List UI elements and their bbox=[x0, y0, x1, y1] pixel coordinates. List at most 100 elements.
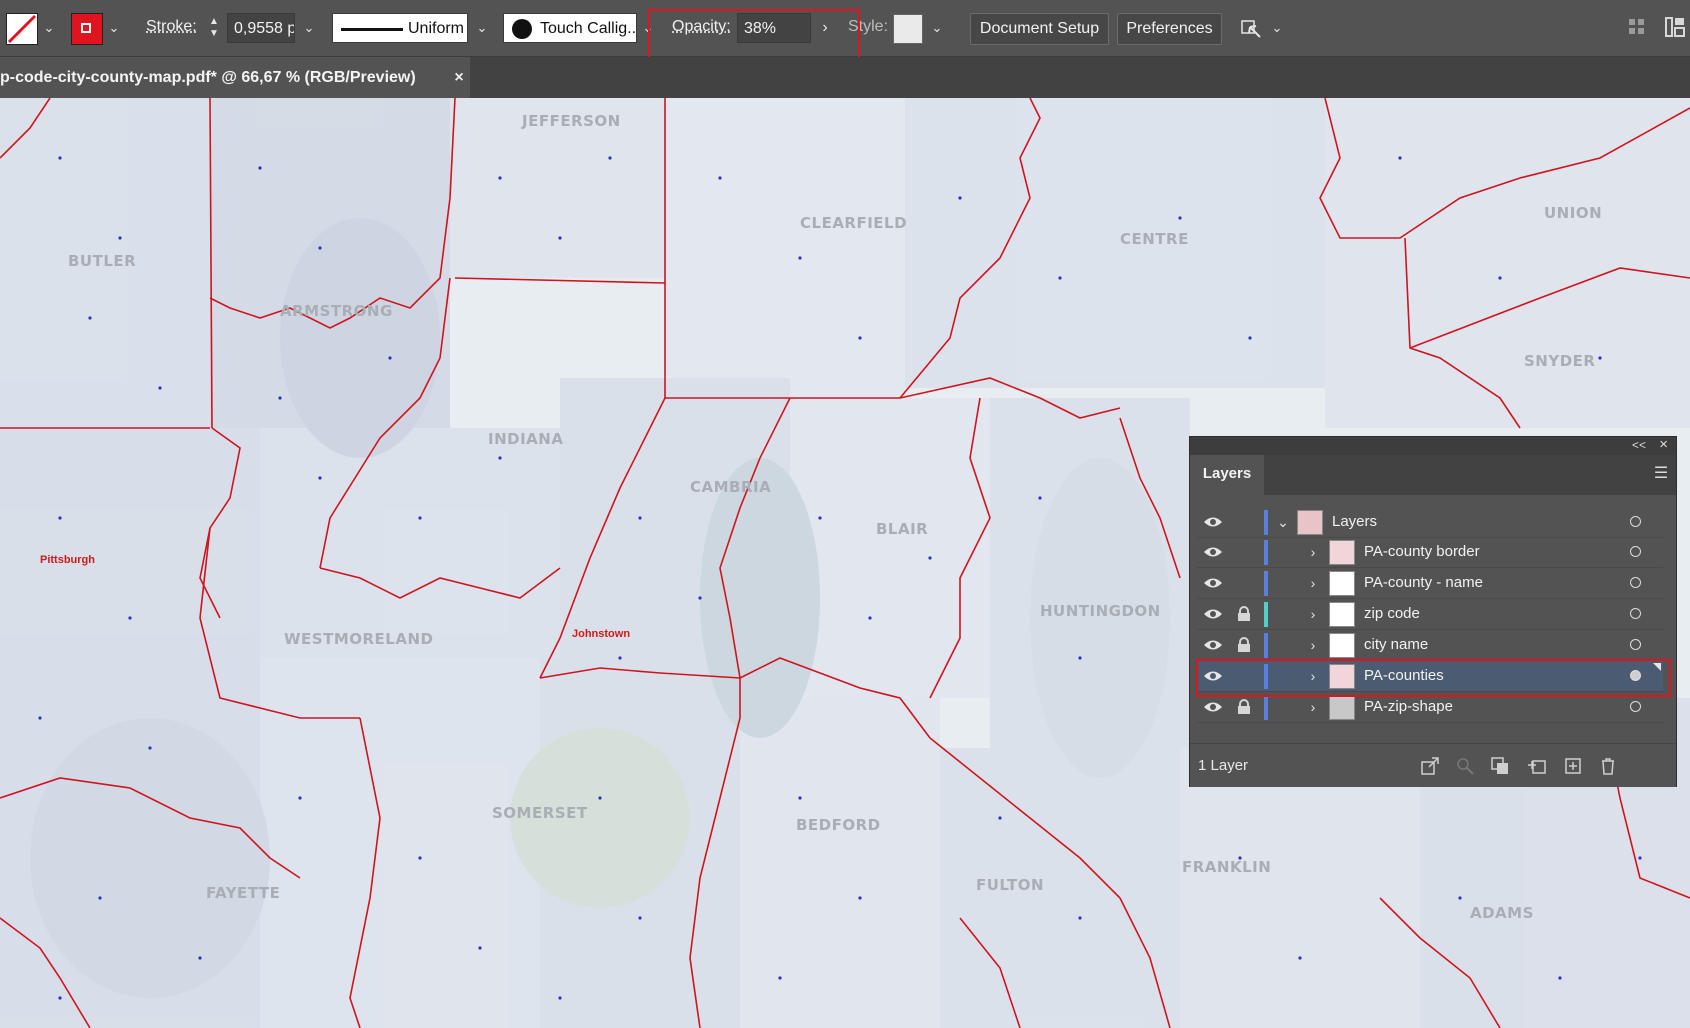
layer-name[interactable]: zip code bbox=[1364, 605, 1420, 622]
layer-color-bar bbox=[1264, 695, 1268, 720]
clipping-mask-icon[interactable] bbox=[1490, 756, 1510, 776]
layer-name[interactable]: PA-county - name bbox=[1364, 574, 1483, 591]
close-icon[interactable]: × bbox=[448, 57, 470, 98]
county-label: FAYETTE bbox=[206, 884, 281, 902]
layer-name[interactable]: Layers bbox=[1332, 513, 1377, 530]
brush-dropdown[interactable]: ⌄ bbox=[637, 13, 659, 43]
chevron-right-icon[interactable]: › bbox=[1305, 541, 1321, 563]
stroke-weight-input[interactable]: 0,9558 pt bbox=[227, 13, 295, 43]
select-similar-icon[interactable] bbox=[1238, 15, 1264, 41]
layer-row-pa-counties[interactable]: › PA-counties bbox=[1197, 661, 1663, 692]
arrange-panels-icon[interactable] bbox=[1664, 16, 1686, 38]
stroke-swatch[interactable] bbox=[71, 13, 103, 45]
chevron-right-icon[interactable]: › bbox=[1305, 572, 1321, 594]
search-icon[interactable] bbox=[1455, 756, 1475, 776]
chevron-right-icon[interactable]: › bbox=[1305, 665, 1321, 687]
county-label: FRANKLIN bbox=[1182, 858, 1272, 876]
preferences-button[interactable]: Preferences bbox=[1117, 13, 1222, 45]
stroke-line-icon bbox=[341, 28, 403, 31]
target-circle-icon[interactable] bbox=[1630, 701, 1641, 712]
chevron-right-icon[interactable]: › bbox=[1305, 603, 1321, 625]
layer-name[interactable]: PA-county border bbox=[1364, 543, 1480, 560]
chevron-down-icon[interactable]: ▼ bbox=[209, 28, 219, 40]
variable-width-profile[interactable]: Uniform bbox=[332, 13, 468, 43]
county-label: HUNTINGDON bbox=[1040, 602, 1161, 620]
visibility-eye-icon[interactable] bbox=[1203, 638, 1223, 652]
visibility-eye-icon[interactable] bbox=[1203, 700, 1223, 714]
lock-icon[interactable] bbox=[1237, 606, 1251, 622]
county-label: ADAMS bbox=[1470, 904, 1534, 922]
new-sublayer-icon[interactable] bbox=[1527, 756, 1547, 776]
chevron-down-icon[interactable]: ⌄ bbox=[1275, 511, 1291, 533]
style-label: Style: bbox=[848, 18, 889, 35]
layer-name[interactable]: city name bbox=[1364, 636, 1428, 653]
stroke-color-dropdown[interactable]: ⌄ bbox=[103, 13, 125, 43]
layer-name[interactable]: PA-zip-shape bbox=[1364, 698, 1453, 715]
brush-label: Touch Callig... bbox=[540, 20, 637, 37]
lock-icon[interactable] bbox=[1237, 637, 1251, 653]
chevron-right-icon[interactable]: › bbox=[1305, 696, 1321, 718]
export-icon[interactable] bbox=[1420, 756, 1440, 776]
panel-menu-icon[interactable]: ☰ bbox=[1652, 465, 1670, 483]
new-layer-icon[interactable] bbox=[1563, 756, 1583, 776]
city-label: Johnstown bbox=[572, 628, 631, 640]
fill-swatch[interactable] bbox=[6, 13, 38, 45]
layer-row-city-name[interactable]: › city name bbox=[1197, 630, 1663, 661]
target-circle-icon[interactable] bbox=[1630, 639, 1641, 650]
visibility-eye-icon[interactable] bbox=[1203, 669, 1223, 683]
target-circle-icon[interactable] bbox=[1630, 577, 1641, 588]
document-tab[interactable]: p-code-city-county-map.pdf* @ 66,67 % (R… bbox=[0, 57, 470, 98]
target-circle-icon[interactable] bbox=[1630, 516, 1641, 527]
selection-corner-icon bbox=[1653, 663, 1661, 671]
target-circle-icon[interactable] bbox=[1630, 546, 1641, 557]
opacity-label[interactable]: Opacity: bbox=[672, 18, 731, 36]
layer-row-zip-shape[interactable]: › PA-zip-shape bbox=[1197, 692, 1663, 723]
chevron-right-icon[interactable]: › bbox=[1305, 634, 1321, 656]
opacity-input[interactable]: 38% bbox=[737, 13, 811, 43]
layer-name[interactable]: PA-counties bbox=[1364, 667, 1444, 684]
visibility-eye-icon[interactable] bbox=[1203, 545, 1223, 559]
county-label: JEFFERSON bbox=[522, 112, 621, 130]
visibility-eye-icon[interactable] bbox=[1203, 607, 1223, 621]
none-fill-icon bbox=[7, 14, 37, 44]
collapse-panel-icon[interactable]: << bbox=[1632, 438, 1646, 452]
county-label: WESTMORELAND bbox=[284, 630, 434, 648]
visibility-eye-icon[interactable] bbox=[1203, 576, 1223, 590]
target-circle-icon[interactable] bbox=[1630, 670, 1641, 681]
layer-row-county-border[interactable]: › PA-county border bbox=[1197, 537, 1663, 568]
layer-thumbnail bbox=[1329, 602, 1355, 627]
grid-dots-icon[interactable] bbox=[1628, 18, 1646, 36]
tab-layers[interactable]: Layers bbox=[1190, 455, 1264, 495]
layer-color-bar bbox=[1264, 510, 1268, 535]
opacity-expand-chevron-icon[interactable]: › bbox=[814, 13, 836, 43]
layer-row-layers[interactable]: ⌄ Layers bbox=[1197, 507, 1663, 538]
county-label: SOMERSET bbox=[492, 804, 588, 822]
county-label: CLEARFIELD bbox=[800, 214, 908, 232]
profile-label: Uniform bbox=[408, 20, 465, 37]
control-bar: ⌄ ⌄ Stroke: ▲ ▼ 0,9558 pt ⌄ Uniform ⌄ Tou… bbox=[0, 0, 1690, 57]
style-dropdown[interactable]: ⌄ bbox=[926, 13, 948, 43]
graphic-style-swatch[interactable] bbox=[893, 14, 923, 44]
layer-row-zip-code[interactable]: › zip code bbox=[1197, 599, 1663, 630]
chevron-up-icon[interactable]: ▲ bbox=[209, 16, 219, 28]
brush-definition[interactable]: Touch Callig... bbox=[503, 13, 637, 43]
stroke-label[interactable]: Stroke: bbox=[146, 18, 197, 36]
layers-panel: << × Layers ☰ ⌄ Layers › PA-county borde… bbox=[1189, 436, 1677, 787]
document-setup-button[interactable]: Document Setup bbox=[970, 13, 1109, 45]
lock-icon[interactable] bbox=[1237, 699, 1251, 715]
county-label: CENTRE bbox=[1120, 230, 1189, 248]
trash-icon[interactable] bbox=[1598, 756, 1618, 776]
stroke-swatch-icon bbox=[81, 23, 91, 33]
county-label: CAMBRIA bbox=[690, 478, 772, 496]
layer-color-bar bbox=[1264, 633, 1268, 658]
layer-thumbnail bbox=[1329, 664, 1355, 689]
fill-dropdown[interactable]: ⌄ bbox=[38, 13, 60, 43]
stroke-stepper[interactable]: ▲ ▼ bbox=[203, 13, 225, 43]
close-icon[interactable]: × bbox=[1659, 436, 1668, 453]
stroke-weight-dropdown[interactable]: ⌄ bbox=[298, 13, 320, 43]
select-similar-dropdown[interactable]: ⌄ bbox=[1266, 13, 1288, 43]
target-circle-icon[interactable] bbox=[1630, 608, 1641, 619]
visibility-eye-icon[interactable] bbox=[1203, 515, 1223, 529]
profile-dropdown[interactable]: ⌄ bbox=[471, 13, 493, 43]
layer-row-county-name[interactable]: › PA-county - name bbox=[1197, 568, 1663, 599]
